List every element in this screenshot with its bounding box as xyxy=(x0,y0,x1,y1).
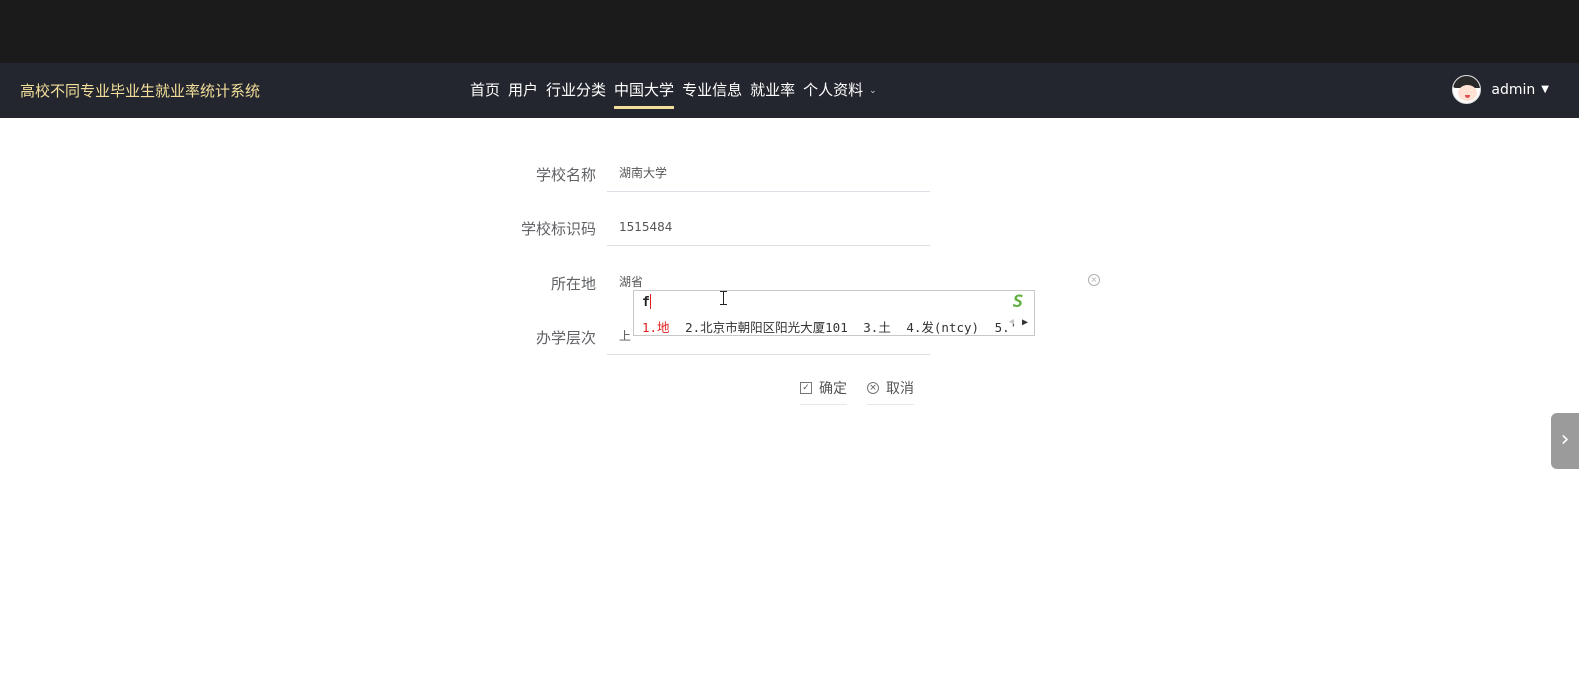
nav-item-label: 中国大学 xyxy=(614,81,675,99)
nav-item-majors[interactable]: 专业信息 xyxy=(682,63,742,118)
ime-prev-page-icon[interactable]: ◀ xyxy=(1009,317,1014,327)
close-circle-icon: × xyxy=(867,382,879,394)
nav-item-label: 行业分类 xyxy=(546,81,607,99)
site-title: 高校不同专业毕业生就业率统计系统 xyxy=(20,82,261,100)
ime-candidate[interactable]: 4.发(ntcy) xyxy=(906,320,979,335)
nav-item-label: 用户 xyxy=(508,81,539,99)
ime-candidate[interactable]: 3.土 xyxy=(863,320,891,335)
nav-item-label: 个人资料 xyxy=(803,81,864,99)
ime-candidates: 1.地 2.北京市朝阳区阳光大厦101 3.土 4.发(ntcy) 5.' xyxy=(642,317,1014,336)
form-row-school-name: 学校名称 湖南大学 xyxy=(0,154,1579,194)
chevron-down-icon: ⌄ xyxy=(869,86,877,96)
nav-item-users[interactable]: 用户 xyxy=(508,63,538,118)
caret-down-icon: ▼ xyxy=(1541,84,1549,95)
top-blank-bar xyxy=(0,0,1579,63)
navbar: 高校不同专业毕业生就业率统计系统 首页 用户 行业分类 中国大学 专业信息 就业… xyxy=(0,63,1579,118)
ime-input-text: f xyxy=(642,295,650,310)
form-actions: ✓ 确定 × 取消 xyxy=(800,378,934,405)
nav-item-industry[interactable]: 行业分类 xyxy=(546,63,606,118)
confirm-button[interactable]: ✓ 确定 xyxy=(800,378,847,405)
nav-item-label: 就业率 xyxy=(750,81,796,99)
nav-item-home[interactable]: 首页 xyxy=(470,63,500,118)
location-label: 所在地 xyxy=(550,275,596,293)
cancel-label: 取消 xyxy=(886,381,914,397)
school-code-label: 学校标识码 xyxy=(520,220,596,238)
school-name-label: 学校名称 xyxy=(535,166,596,184)
ime-candidate-popup: f S 1.地 2.北京市朝阳区阳光大厦101 3.土 4.发(ntcy) 5.… xyxy=(633,290,1035,336)
ime-candidate[interactable]: 1.地 xyxy=(642,320,670,335)
checkbox-check-icon: ✓ xyxy=(800,382,812,394)
confirm-label: 确定 xyxy=(819,381,847,397)
nav-item-universities[interactable]: 中国大学 xyxy=(614,63,675,118)
cancel-button[interactable]: × 取消 xyxy=(867,378,914,405)
avatar xyxy=(1452,75,1482,104)
ime-next-page-icon[interactable]: ▶ xyxy=(1022,317,1028,328)
main-nav: 首页 用户 行业分类 中国大学 专业信息 就业率 个人资料 ⌄ xyxy=(470,63,885,118)
user-name: admin xyxy=(1491,81,1536,98)
ime-caret xyxy=(650,294,651,309)
user-menu[interactable]: admin ▼ xyxy=(1452,75,1549,104)
school-name-input[interactable]: 湖南大学 xyxy=(607,154,930,192)
side-expand-tab[interactable]: › xyxy=(1551,413,1579,469)
clear-icon[interactable]: × xyxy=(1088,274,1100,286)
sogou-logo-icon: S xyxy=(1012,292,1024,312)
nav-item-employment-rate[interactable]: 就业率 xyxy=(750,63,795,118)
level-label: 办学层次 xyxy=(535,329,596,347)
nav-item-profile[interactable]: 个人资料 ⌄ xyxy=(803,63,877,118)
ime-candidate[interactable]: 2.北京市朝阳区阳光大厦101 xyxy=(685,320,848,335)
text-cursor-icon xyxy=(720,291,728,305)
chevron-right-icon: › xyxy=(1560,427,1570,452)
form-row-school-code: 学校标识码 1515484 xyxy=(0,208,1579,248)
school-code-input[interactable]: 1515484 xyxy=(607,208,930,246)
nav-item-label: 专业信息 xyxy=(682,81,743,99)
nav-item-label: 首页 xyxy=(470,81,501,99)
